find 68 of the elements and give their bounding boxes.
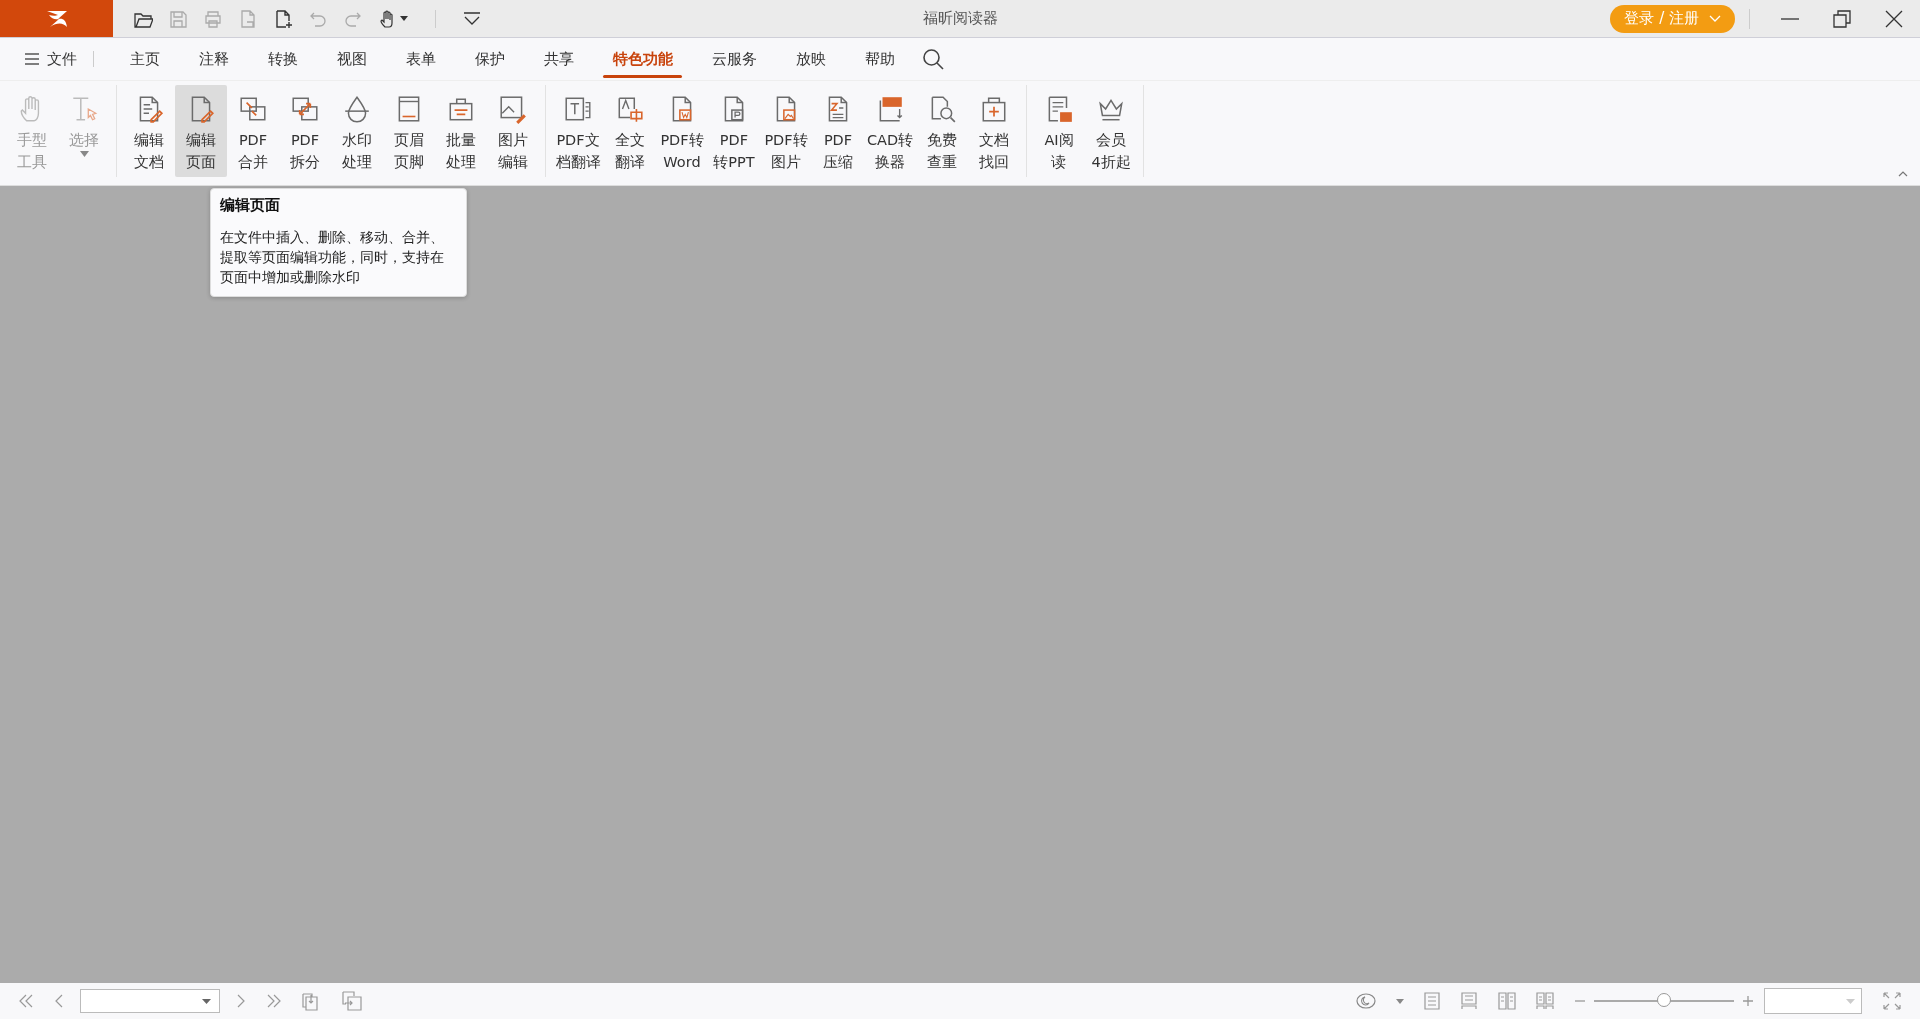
first-page-icon[interactable] — [18, 994, 34, 1008]
save-icon — [168, 8, 188, 29]
minimize-icon — [1780, 17, 1800, 20]
new-document-icon — [273, 8, 293, 29]
continuous-page-icon[interactable] — [1460, 992, 1478, 1010]
ribbon-tool-button[interactable]: PDF转 Word — [656, 85, 708, 177]
image-pencil-icon — [498, 94, 528, 124]
ribbon-tool-button[interactable]: PDF 合并 — [227, 85, 279, 177]
next-page-icon[interactable] — [236, 994, 246, 1008]
window-title: 福昕阅读器 — [922, 9, 998, 28]
close-icon — [1884, 8, 1904, 29]
ribbon-tool-button[interactable]: 页眉 页脚 — [383, 85, 435, 177]
ribbon-tab[interactable]: 主页 — [110, 38, 179, 80]
next-view-icon[interactable] — [342, 991, 362, 1011]
zoom-field[interactable] — [1764, 988, 1862, 1014]
ribbon-tool-button[interactable]: 编辑 文档 — [123, 85, 175, 177]
ribbon-tool-button[interactable]: 文档 找回 — [968, 85, 1020, 177]
customize-dropdown-icon[interactable] — [463, 11, 481, 26]
tooltip-title: 编辑页面 — [220, 196, 281, 215]
file-menu-button[interactable]: 文件 — [25, 49, 77, 69]
ribbon-tool-button[interactable]: CAD转 换器 — [864, 85, 916, 177]
document-icon — [238, 8, 258, 29]
single-page-icon[interactable] — [1424, 992, 1440, 1010]
ribbon-tab[interactable]: 放映 — [776, 38, 845, 80]
zoom-in-icon[interactable] — [1742, 995, 1754, 1007]
page-number-field[interactable] — [80, 989, 220, 1013]
tooltip-text: 在文件中插入、删除、移动、合并、提取等页面编辑功能，同时，支持在页面中增加或删除水印 — [220, 228, 445, 287]
ribbon-tool-button[interactable]: AI阅 读 — [1033, 85, 1085, 177]
ribbon-tab[interactable]: 注释 — [179, 38, 248, 80]
ribbon-tool-button[interactable]: 图片 编辑 — [487, 85, 539, 177]
ribbon-tool-button[interactable]: 免费 查重 — [916, 85, 968, 177]
ribbon-tool-button[interactable]: PDF 拆分 — [279, 85, 331, 177]
caret-icon[interactable] — [400, 16, 408, 21]
ribbon-tab[interactable]: 保护 — [455, 38, 524, 80]
ribbon-tab[interactable]: 转换 — [248, 38, 317, 80]
zoom-slider-thumb[interactable] — [1657, 993, 1671, 1007]
ribbon-tool-button[interactable]: PDF 转PPT — [708, 85, 760, 177]
search-icon[interactable] — [922, 48, 944, 70]
ribbon-tool-button[interactable]: PDF转 图片 — [760, 85, 812, 177]
new-document-button[interactable] — [273, 8, 293, 29]
ribbon-tab[interactable]: 表单 — [386, 38, 455, 80]
caret-icon — [79, 151, 89, 157]
night-mode-icon[interactable] — [1356, 993, 1376, 1009]
two-page-icon[interactable] — [1498, 992, 1516, 1010]
ribbon-tool-button[interactable]: 水印 处理 — [331, 85, 383, 177]
ribbon-tab[interactable]: 共享 — [524, 38, 593, 80]
menu-icon — [25, 53, 39, 65]
dropdown-arrow-icon[interactable] — [202, 998, 211, 1004]
two-page-continuous-icon[interactable] — [1536, 992, 1554, 1010]
ribbon-tab[interactable]: 帮助 — [845, 38, 914, 80]
ribbon-tab[interactable]: 视图 — [317, 38, 386, 80]
last-page-icon[interactable] — [266, 994, 282, 1008]
ribbon-tool-button[interactable]: PDF 压缩 — [812, 85, 864, 177]
ribbon-tool-button[interactable]: 全文 翻译 — [604, 85, 656, 177]
ribbon-tab[interactable]: 特色功能 — [593, 38, 692, 80]
app-logo-icon[interactable] — [0, 0, 113, 37]
ribbon-tab[interactable]: 云服务 — [692, 38, 776, 80]
restore-icon — [1832, 8, 1852, 29]
chevron-down-icon — [1709, 14, 1721, 23]
ribbon-tool-button[interactable]: 会员 4折起 — [1085, 85, 1137, 177]
fullscreen-icon[interactable] — [1882, 991, 1902, 1011]
ribbon-tool-button[interactable]: PDF文 档翻译 — [552, 85, 604, 177]
water-drop-icon — [342, 94, 372, 124]
previous-page-icon[interactable] — [54, 994, 64, 1008]
printer-icon — [203, 8, 223, 29]
ribbon-tool-button[interactable]: 批量 处理 — [435, 85, 487, 177]
collapse-ribbon-icon[interactable] — [1898, 171, 1908, 177]
ribbon-tool-button[interactable]: 编辑 页面 — [175, 85, 227, 177]
